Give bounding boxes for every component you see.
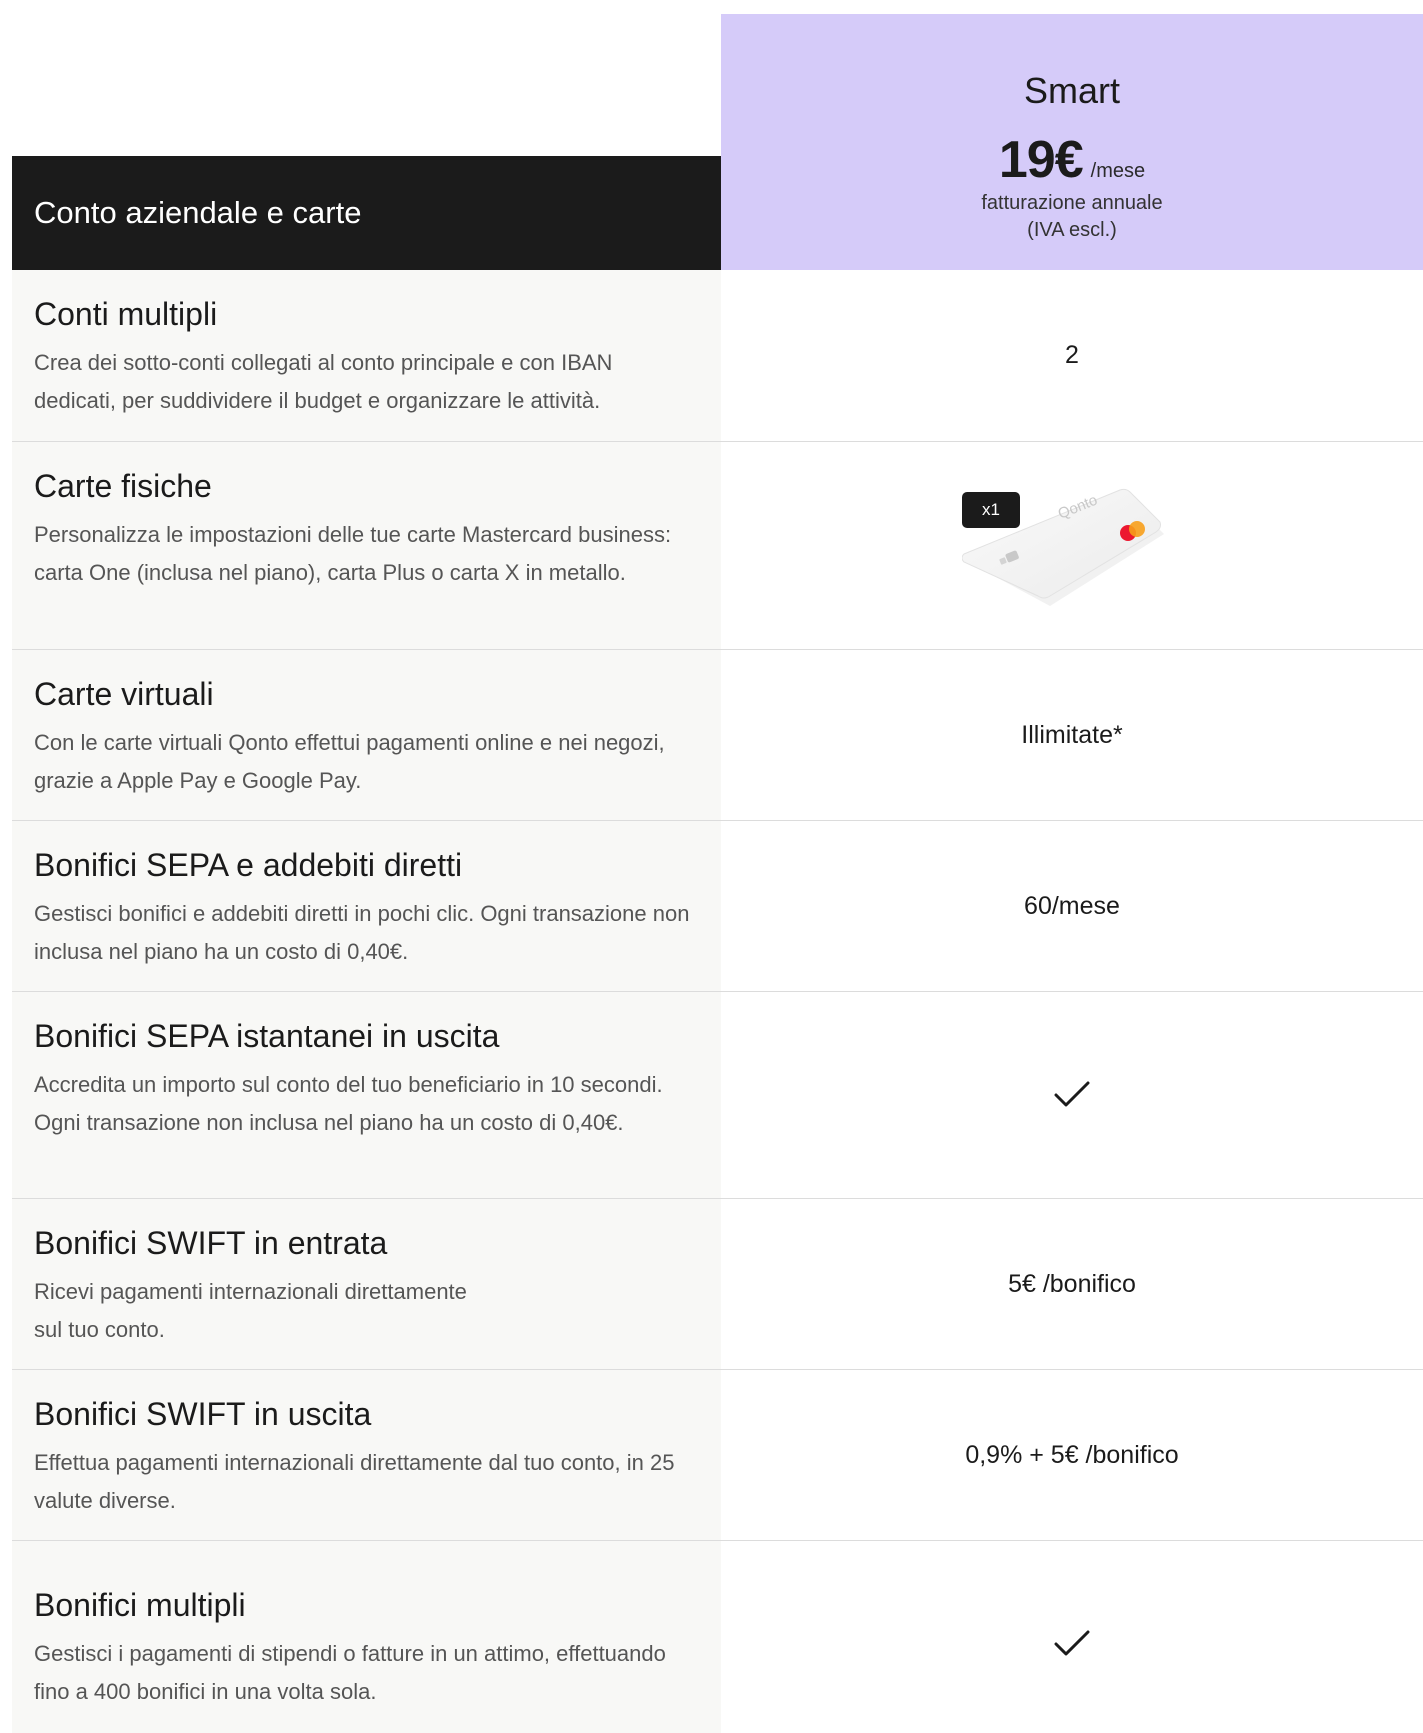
feature-description-cell: Bonifici multipli Gestisci i pagamenti d…	[12, 1541, 721, 1733]
feature-value: 2	[1065, 341, 1079, 369]
feature-title: Bonifici multipli	[34, 1587, 246, 1623]
feature-description-line: Ricevi pagamenti internazionali direttam…	[34, 1279, 467, 1304]
feature-row: Carte virtuali Con le carte virtuali Qon…	[12, 650, 1423, 821]
feature-title: Bonifici SWIFT in entrata	[34, 1225, 388, 1261]
feature-title: Conti multipli	[34, 296, 218, 332]
feature-description: Accredita un importo sul conto del tuo b…	[34, 1072, 663, 1135]
feature-description: Gestisci bonifici e addebiti diretti in …	[34, 901, 690, 964]
plan-name: Smart	[1023, 70, 1120, 111]
feature-value: Illimitate*	[1021, 720, 1123, 749]
feature-description-cell: Carte virtuali Con le carte virtuali Qon…	[12, 650, 721, 820]
feature-row: Carte fisiche Personalizza le impostazio…	[12, 442, 1423, 650]
feature-description: Personalizza le impostazioni delle tue c…	[34, 522, 672, 585]
feature-row: Bonifici SEPA istantanei in uscita Accre…	[12, 992, 1423, 1199]
check-icon	[1054, 1081, 1090, 1109]
check-icon	[1054, 1630, 1090, 1658]
feature-title: Bonifici SWIFT in uscita	[34, 1396, 372, 1432]
card-quantity-badge: x1	[962, 492, 1020, 528]
physical-card-image: x1 Qonto	[962, 488, 1182, 618]
feature-description: Ricevi pagamenti internazionali direttam…	[34, 1273, 699, 1348]
plan-header-smart: Smart 19€ /mese fatturazione annuale (IV…	[721, 14, 1423, 270]
feature-description: Gestisci i pagamenti di stipendi o fattu…	[34, 1641, 666, 1704]
feature-value-cell: 2	[721, 270, 1423, 441]
plan-period: /mese	[1090, 160, 1146, 182]
feature-value: 60/mese	[1024, 891, 1120, 920]
plan-price-row: 19€ /mese	[721, 130, 1423, 190]
feature-description: Crea dei sotto-conti collegati al conto …	[34, 350, 613, 413]
feature-description-cell: Bonifici SWIFT in entrata Ricevi pagamen…	[12, 1199, 721, 1369]
feature-value-cell	[721, 1541, 1423, 1733]
feature-title: Carte virtuali	[34, 676, 214, 712]
feature-title: Carte fisiche	[34, 468, 212, 504]
feature-description-cell: Bonifici SEPA e addebiti diretti Gestisc…	[12, 821, 721, 991]
feature-value-cell: Illimitate*	[721, 650, 1423, 820]
section-header: Conto aziendale e carte	[12, 156, 721, 270]
feature-value: 5€ /bonifico	[1008, 1269, 1136, 1298]
feature-description-cell: Carte fisiche Personalizza le impostazio…	[12, 442, 721, 649]
feature-title: Bonifici SEPA istantanei in uscita	[34, 1018, 500, 1054]
feature-description-cell: Conti multipli Crea dei sotto-conti coll…	[12, 270, 721, 441]
feature-description-line: sul tuo conto.	[34, 1316, 165, 1342]
feature-title: Bonifici SEPA e addebiti diretti	[34, 847, 463, 883]
plan-billing-note: fatturazione annuale (IVA escl.)	[721, 190, 1423, 244]
feature-row: Conti multipli Crea dei sotto-conti coll…	[12, 270, 1423, 442]
plan-vat: (IVA escl.)	[1027, 219, 1117, 241]
feature-row: Bonifici SWIFT in entrata Ricevi pagamen…	[12, 1199, 1423, 1370]
feature-value-cell	[721, 992, 1423, 1198]
feature-value-cell: 0,9% + 5€ /bonifico	[721, 1370, 1423, 1540]
feature-value-cell: 60/mese	[721, 821, 1423, 991]
feature-value-cell: 5€ /bonifico	[721, 1199, 1423, 1369]
feature-value-cell: x1 Qonto	[721, 442, 1423, 649]
feature-row: Bonifici multipli Gestisci i pagamenti d…	[12, 1541, 1423, 1733]
feature-row: Bonifici SWIFT in uscita Effettua pagame…	[12, 1370, 1423, 1541]
feature-value: 0,9% + 5€ /bonifico	[965, 1440, 1179, 1469]
feature-description-cell: Bonifici SWIFT in uscita Effettua pagame…	[12, 1370, 721, 1540]
feature-description-cell: Bonifici SEPA istantanei in uscita Accre…	[12, 992, 721, 1198]
feature-description: Effettua pagamenti internazionali dirett…	[34, 1450, 675, 1513]
feature-row: Bonifici SEPA e addebiti diretti Gestisc…	[12, 821, 1423, 992]
feature-description: Con le carte virtuali Qonto effettui pag…	[34, 730, 665, 793]
section-title: Conto aziendale e carte	[34, 195, 362, 230]
plan-price: 19€	[998, 131, 1084, 189]
plan-billing: fatturazione annuale	[981, 192, 1163, 214]
